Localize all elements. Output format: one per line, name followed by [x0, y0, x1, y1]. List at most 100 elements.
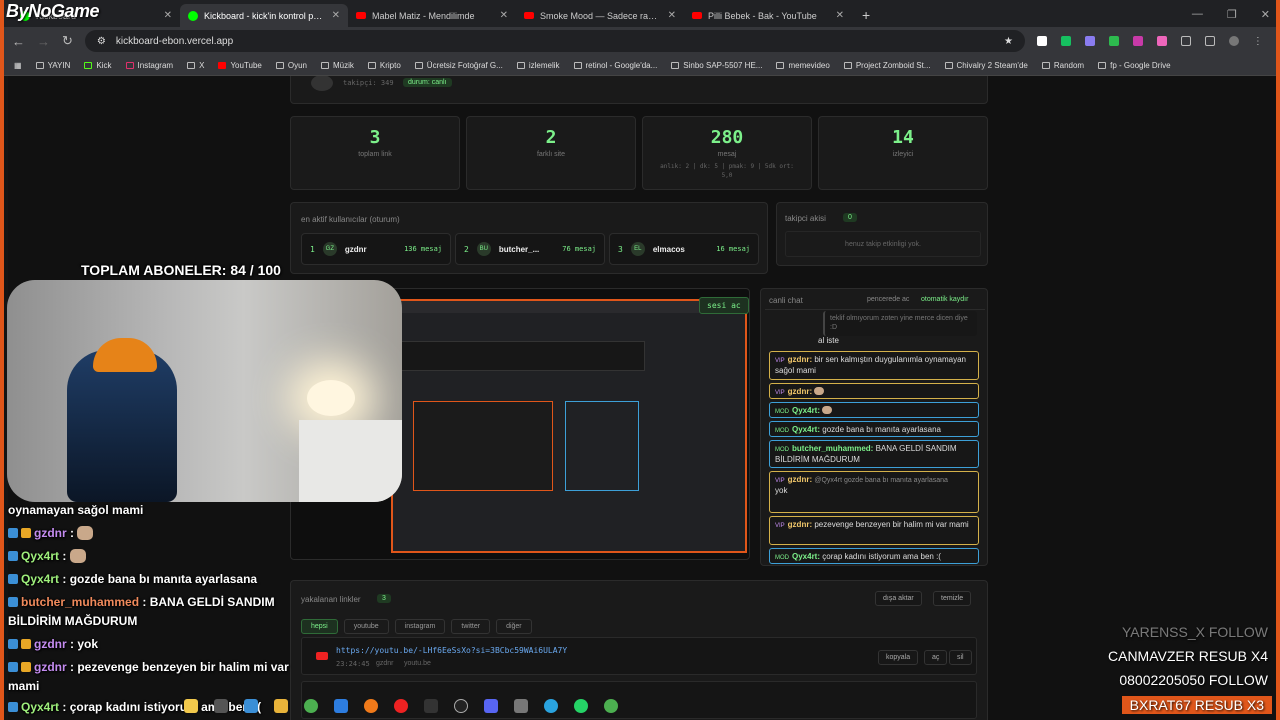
whatsapp-icon[interactable] — [574, 699, 588, 713]
chat-username[interactable]: Qyx4rt: — [792, 406, 820, 415]
bookmark[interactable]: Oyun — [275, 61, 307, 70]
chat-username[interactable]: butcher_muhammed: — [792, 444, 873, 453]
stat-distinct-sites: 2 farklı site — [466, 116, 636, 190]
forward-icon[interactable]: → — [37, 34, 50, 49]
taskbar-app-icon[interactable] — [334, 699, 348, 713]
active-user-card[interactable]: 2 BU butcher_... 76 mesaj — [455, 233, 605, 265]
avatar[interactable] — [1228, 36, 1239, 46]
bookmark[interactable]: fp - Google Drive — [1098, 61, 1171, 70]
bookmark[interactable]: Kripto — [367, 61, 401, 70]
tab-kickboard-panel[interactable]: Kickboard - kick'in kontrol panel ✕ — [180, 4, 348, 27]
user-rank: 1 — [310, 244, 315, 254]
bookmark[interactable]: Kick — [84, 61, 112, 70]
filter-other[interactable]: diğer — [496, 619, 532, 634]
maximize-icon[interactable]: ❐ — [1227, 8, 1237, 21]
close-icon[interactable]: ✕ — [836, 10, 844, 21]
site-info-icon[interactable]: ⚙ — [97, 36, 106, 47]
open-link-button[interactable]: aç — [924, 650, 948, 665]
overlay-chat-user: butcher_muhammed — [21, 595, 140, 609]
bookmark[interactable]: memevideo — [776, 61, 830, 70]
close-icon[interactable]: ✕ — [500, 10, 508, 21]
tab-mabel-matiz[interactable]: Mabel Matiz - Mendilimde ✕ — [348, 4, 516, 27]
popout-button[interactable]: pencerede ac — [867, 296, 909, 303]
bookmark[interactable]: Chivalry 2 Steam'de — [944, 61, 1028, 70]
new-tab-button[interactable]: + — [852, 7, 880, 27]
chat-username[interactable]: gzdnr: — [788, 387, 812, 396]
copy-link-button[interactable]: kopyala — [878, 650, 919, 665]
close-window-icon[interactable]: ✕ — [1261, 8, 1270, 21]
extension-icon[interactable] — [1060, 36, 1071, 46]
bookmark[interactable]: Instagram — [125, 60, 174, 70]
bookmark[interactable]: YAYIN — [35, 61, 70, 70]
steam-icon — [944, 61, 953, 69]
tab-smoke-mood[interactable]: Smoke Mood — Sadece rahatla ✕ — [516, 4, 684, 27]
discord-icon[interactable] — [484, 699, 498, 713]
telegram-icon[interactable] — [544, 699, 558, 713]
filter-youtube[interactable]: youtube — [343, 619, 389, 634]
extension-icon[interactable] — [1036, 36, 1047, 46]
opera-icon[interactable] — [394, 699, 408, 713]
puzzle-icon[interactable] — [1180, 36, 1191, 46]
overlay-chat-text: : yok — [66, 637, 99, 651]
delete-link-button[interactable]: sil — [949, 650, 972, 665]
bookmark[interactable]: X — [187, 61, 204, 70]
filter-instagram[interactable]: instagram — [394, 619, 446, 634]
filter-all[interactable]: hepsi — [301, 619, 338, 634]
taskbar-app-icon[interactable] — [424, 699, 438, 713]
link-url[interactable]: https://youtu.be/-LHf6EeSsXo?si=3BCbc59W… — [336, 646, 567, 655]
autoscroll-toggle[interactable]: otomatik kaydır — [921, 296, 968, 303]
reload-icon[interactable]: ↻ — [62, 33, 73, 49]
extension-icon[interactable] — [1132, 36, 1143, 46]
chat-username[interactable]: gzdnr: — [788, 355, 812, 364]
stream-preview-video[interactable] — [391, 299, 747, 553]
taskbar-app-icon[interactable] — [514, 699, 528, 713]
bookmark-star-icon[interactable]: ★ — [1004, 36, 1013, 47]
close-icon[interactable]: ✕ — [332, 10, 340, 21]
taskbar-app-icon[interactable] — [214, 699, 228, 713]
bookmark-label: Instagram — [137, 60, 174, 70]
chrome-icon[interactable] — [604, 699, 618, 713]
overlay-chat-line: gzdnr : — [8, 526, 94, 540]
back-icon[interactable]: ← — [12, 34, 25, 49]
bookmark[interactable]: Müzik — [321, 61, 354, 70]
extension-icon[interactable] — [1108, 36, 1119, 46]
chat-username[interactable]: gzdnr: — [788, 475, 812, 484]
url-field[interactable]: ⚙ kickboard-ebon.vercel.app ★ — [84, 30, 1025, 52]
bookmark[interactable]: Project Zomboid St... — [843, 61, 931, 70]
minimize-icon[interactable]: — — [1192, 8, 1203, 21]
tab-pilli-bebek[interactable]: Pilli Bebek - Bak - YouTube ✕ — [684, 4, 852, 27]
menu-icon[interactable] — [1204, 36, 1215, 46]
user-avatar: EL — [630, 242, 645, 256]
bookmark[interactable]: Random — [1041, 61, 1084, 70]
overlay-chat-user: gzdnr — [34, 637, 67, 651]
apps-icon[interactable]: ▦ — [14, 61, 22, 70]
link-row: https://youtu.be/-LHf6EeSsXo?si=3BCbc59W… — [301, 637, 977, 675]
extension-icon[interactable] — [1156, 36, 1167, 46]
chat-username[interactable]: Qyx4rt: — [792, 552, 820, 561]
firefox-icon[interactable] — [364, 699, 378, 713]
export-button[interactable]: dışa aktar — [875, 591, 922, 606]
active-user-card[interactable]: 1 GZ gzdnr 136 mesaj — [301, 233, 451, 265]
obs-icon[interactable] — [454, 699, 468, 713]
chat-username[interactable]: gzdnr: — [788, 520, 812, 529]
extension-icon[interactable] — [1084, 36, 1095, 46]
taskbar-app-icon[interactable] — [244, 699, 258, 713]
bookmark[interactable]: retinol - Google'da... — [573, 61, 657, 70]
clear-button[interactable]: temizle — [933, 591, 972, 606]
filter-twitter[interactable]: twitter — [451, 619, 491, 634]
active-user-card[interactable]: 3 EL elmacos 16 mesaj — [609, 233, 759, 265]
chrome-icon[interactable] — [304, 699, 318, 713]
bookmark[interactable]: Sinbo SAP-5507 HE... — [671, 61, 762, 70]
taskbar-app-icon[interactable] — [184, 699, 198, 713]
more-icon[interactable]: ⋮ — [1253, 36, 1263, 47]
close-icon[interactable]: ✕ — [164, 10, 172, 21]
bookmark[interactable]: YouTube — [218, 61, 262, 70]
chat-username[interactable]: Qyx4rt: — [792, 425, 820, 434]
taskbar-app-icon[interactable] — [274, 699, 288, 713]
bookmark[interactable]: Ücretsiz Fotoğraf G... — [414, 61, 503, 70]
stat-subtext: anlık: 2 | dk: 5 | pmak: 9 | 5dk ort: 5,… — [660, 163, 794, 179]
badge-icon — [21, 639, 31, 649]
bookmark[interactable]: izlemelik — [516, 61, 560, 70]
unmute-button[interactable]: sesi ac — [699, 297, 749, 314]
close-icon[interactable]: ✕ — [668, 10, 676, 21]
